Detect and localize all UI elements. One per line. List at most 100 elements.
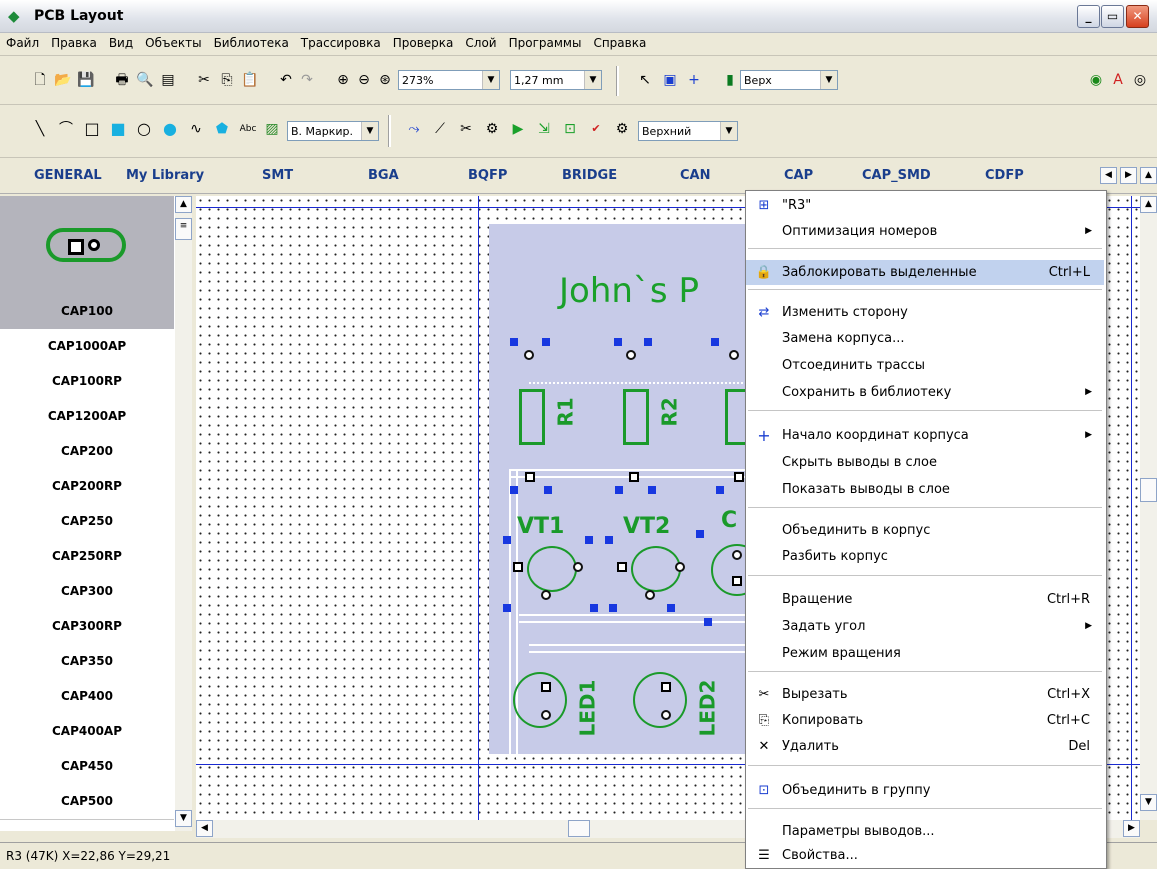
menu-item-rotate-mode[interactable]: Режим вращения — [746, 641, 1104, 666]
selection-handle[interactable] — [544, 486, 552, 494]
menu-objects[interactable]: Объекты — [139, 33, 207, 50]
tab-bridge[interactable]: BRIDGE — [562, 168, 617, 183]
tab-cdfp[interactable]: CDFP — [985, 168, 1024, 183]
list-item[interactable]: CAP250RP — [0, 539, 174, 575]
scroll-down-icon[interactable]: ▼ — [175, 810, 192, 827]
paste-icon[interactable]: 📋 — [240, 70, 260, 90]
print-preview-icon[interactable]: 🔍 — [135, 70, 155, 90]
export-icon[interactable]: ⇲ — [534, 119, 554, 139]
menu-item-set-angle[interactable]: Задать угол ▶ — [746, 614, 1104, 639]
menu-item-hide-pins[interactable]: Скрыть выводы в слое — [746, 450, 1104, 475]
menu-item-group[interactable]: ⊡ Объединить в группу — [746, 778, 1104, 803]
menu-item-save-to-library[interactable]: Сохранить в библиотеку ▶ — [746, 380, 1104, 405]
tab-my-library[interactable]: My Library — [126, 168, 204, 183]
scroll-thumb[interactable]: ≡ — [175, 218, 192, 240]
text-tool-icon[interactable]: Abc — [238, 119, 258, 139]
menu-file[interactable]: Файл — [0, 33, 45, 50]
list-item[interactable]: CAP250 — [0, 504, 174, 540]
layer-select[interactable]: Верхний ▼ — [638, 121, 738, 141]
image-tool-icon[interactable]: ▨ — [262, 119, 282, 139]
tabs-left-icon[interactable]: ◀ — [1100, 167, 1117, 184]
grid-select[interactable]: 1,27 mm ▼ — [510, 70, 602, 90]
selection-handle[interactable] — [711, 338, 719, 346]
polygon-tool-icon[interactable]: ⬟ — [212, 119, 232, 139]
tab-general[interactable]: GENERAL — [34, 168, 102, 183]
list-item[interactable]: CAP350 — [0, 644, 174, 680]
scroll-up-icon[interactable]: ▲ — [1140, 196, 1157, 213]
tab-bqfp[interactable]: BQFP — [468, 168, 507, 183]
menu-check[interactable]: Проверка — [387, 33, 460, 50]
menu-item-copy[interactable]: ⎘ Копировать Ctrl+C — [746, 708, 1104, 733]
tab-smt[interactable]: SMT — [262, 168, 293, 183]
menu-library[interactable]: Библиотека — [208, 33, 295, 50]
canvas-vertical-scrollbar[interactable]: ▲ ▼ — [1140, 196, 1157, 820]
selection-handle[interactable] — [615, 486, 623, 494]
list-item[interactable]: CAP1000AP — [0, 329, 174, 365]
scroll-down-icon[interactable]: ▼ — [1140, 794, 1157, 811]
selection-handle[interactable] — [503, 604, 511, 612]
tabs-collapse-icon[interactable]: ▲ — [1140, 167, 1157, 184]
route-track-icon[interactable]: ⤳ — [404, 119, 424, 139]
selection-handle[interactable] — [614, 338, 622, 346]
menu-item-package-origin[interactable]: + Начало координат корпуса ▶ — [746, 423, 1104, 448]
scroll-thumb[interactable] — [1140, 478, 1157, 502]
menu-item-rotate[interactable]: Вращение Ctrl+R — [746, 587, 1104, 612]
pad-icon[interactable]: ◉ — [1086, 70, 1106, 90]
menu-edit[interactable]: Правка — [45, 33, 103, 50]
menu-layer[interactable]: Слой — [459, 33, 502, 50]
menu-item-component[interactable]: ⊞ "R3" — [746, 193, 1104, 218]
tab-can[interactable]: CAN — [680, 168, 710, 183]
selection-handle[interactable] — [644, 338, 652, 346]
ellipse-tool-icon[interactable]: ○ — [134, 119, 154, 139]
list-item[interactable]: CAP200 — [0, 434, 174, 470]
menu-item-show-pins[interactable]: Показать выводы в слое — [746, 477, 1104, 502]
list-item[interactable]: CAP100RP — [0, 364, 174, 400]
menu-item-lock-selected[interactable]: 🔒 Заблокировать выделенные Ctrl+L — [746, 260, 1104, 285]
tabs-right-icon[interactable]: ▶ — [1120, 167, 1137, 184]
document-icon[interactable]: ▤ — [158, 70, 178, 90]
filled-ellipse-tool-icon[interactable]: ● — [160, 119, 180, 139]
filled-rectangle-tool-icon[interactable]: ■ — [108, 119, 128, 139]
menu-item-delete[interactable]: ✕ Удалить Del — [746, 734, 1104, 759]
scroll-right-icon[interactable]: ▶ — [1123, 820, 1140, 837]
board-icon[interactable]: ⊡ — [560, 119, 580, 139]
zoom-in-icon[interactable]: ⊕ — [333, 70, 353, 90]
redo-icon[interactable]: ↷ — [297, 70, 317, 90]
list-item[interactable]: CAP200RP — [0, 469, 174, 505]
selection-handle[interactable] — [503, 536, 511, 544]
text-icon[interactable]: A — [1108, 70, 1128, 90]
zoom-fit-icon[interactable]: ⊛ — [375, 70, 395, 90]
line-tool-icon[interactable]: ╲ — [30, 119, 50, 139]
tab-bga[interactable]: BGA — [368, 168, 399, 183]
route-settings-icon[interactable]: ⚙ — [482, 119, 502, 139]
polyline-tool-icon[interactable]: ∿ — [186, 119, 206, 139]
tab-cap-smd[interactable]: CAP_SMD — [862, 168, 931, 183]
list-item[interactable]: CAP500 — [0, 784, 174, 820]
library-scrollbar[interactable]: ▲ ≡ ▼ — [175, 196, 192, 831]
menu-item-merge-package[interactable]: Объединить в корпус — [746, 518, 1104, 543]
zoom-out-icon[interactable]: ⊖ — [354, 70, 374, 90]
open-folder-icon[interactable]: 📂 — [53, 70, 73, 90]
menu-help[interactable]: Справка — [587, 33, 652, 50]
selection-handle[interactable] — [585, 536, 593, 544]
selection-handle[interactable] — [510, 486, 518, 494]
scroll-thumb[interactable] — [568, 820, 590, 837]
selection-handle[interactable] — [510, 338, 518, 346]
menu-routing[interactable]: Трассировка — [295, 33, 387, 50]
menu-item-split-package[interactable]: Разбить корпус — [746, 544, 1104, 569]
menu-item-cut[interactable]: ✂ Вырезать Ctrl+X — [746, 682, 1104, 707]
undo-icon[interactable]: ↶ — [276, 70, 296, 90]
new-file-icon[interactable]: 🗋 — [30, 70, 50, 90]
layer-icon[interactable]: ▮ — [720, 70, 740, 90]
selection-handle[interactable] — [648, 486, 656, 494]
menu-item-properties[interactable]: ☰ Свойства... — [746, 843, 1104, 868]
selection-handle[interactable] — [609, 604, 617, 612]
zoom-select[interactable]: 273% ▼ — [398, 70, 500, 90]
restore-button[interactable]: ▭ — [1101, 5, 1124, 28]
pointer-icon[interactable]: ↖ — [635, 70, 655, 90]
list-item[interactable]: CAP1200AP — [0, 399, 174, 435]
rectangle-tool-icon[interactable]: □ — [82, 119, 102, 139]
text-style-select[interactable]: В. Маркир. ▼ — [287, 121, 379, 141]
selection-handle[interactable] — [542, 338, 550, 346]
scroll-left-icon[interactable]: ◀ — [196, 820, 213, 837]
